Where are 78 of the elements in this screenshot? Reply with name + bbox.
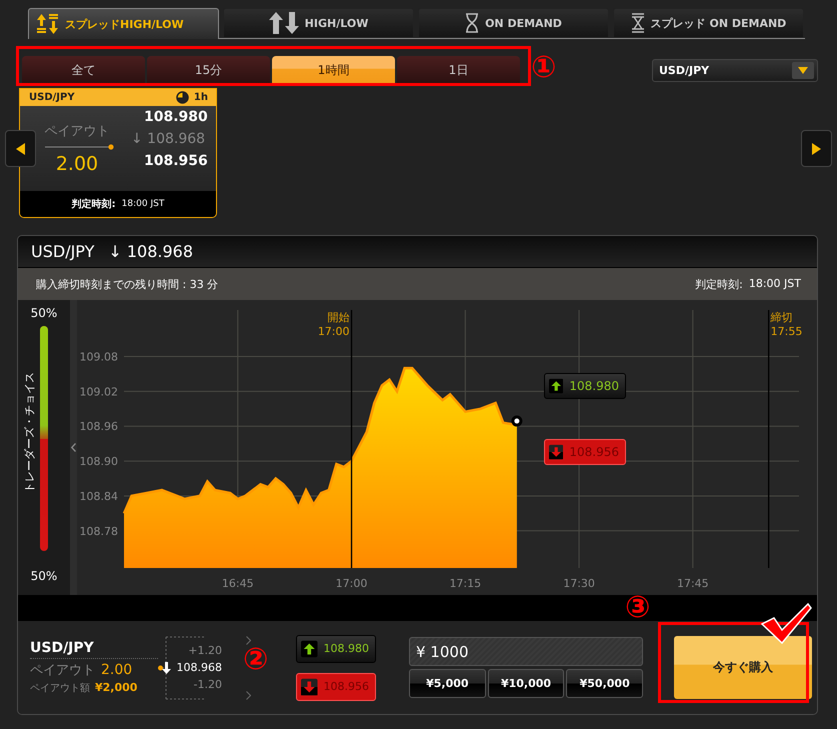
panel-pair: USD/JPY	[31, 242, 94, 261]
product-tab[interactable]: スプレッドHIGH/LOW	[28, 8, 219, 39]
preset-button[interactable]: ¥10,000	[488, 669, 564, 698]
high-button[interactable]: 108.980	[544, 373, 626, 399]
preset-button[interactable]: ¥50,000	[566, 669, 644, 698]
down-arrow-icon	[162, 662, 170, 674]
axis-label: 16:45	[222, 577, 254, 590]
low-percent: 50%	[30, 569, 58, 585]
axis-label: 109.02	[80, 385, 118, 398]
current-point	[511, 416, 522, 427]
previous-button[interactable]	[5, 130, 36, 167]
trade-pair: USD/JPY	[30, 640, 158, 659]
pie-clock-icon	[176, 91, 189, 104]
pair-dropdown[interactable]: USD/JPY	[652, 58, 818, 82]
option-card[interactable]: USD/JPY 1h ペイアウト 2.00 108.980 ↓ 108.968 108.956 判定時刻: 18:00 JST	[19, 88, 217, 218]
amount-field[interactable]: ¥ 1000	[409, 637, 643, 666]
low-price: 108.956	[143, 153, 208, 169]
high-button[interactable]: 108.980	[296, 634, 376, 662]
expiry-label: 判定時刻:	[72, 197, 116, 211]
next-button[interactable]	[801, 130, 832, 167]
left-triangle-icon	[16, 142, 25, 154]
buy-button[interactable]: 今すぐ購入	[674, 636, 812, 699]
period-tab[interactable]: 1日	[397, 56, 520, 84]
callout-number: ③	[625, 591, 650, 625]
preset-button[interactable]: ¥5,000	[409, 669, 486, 698]
axis-label: 17:15	[449, 577, 482, 590]
axis-label: 17:00	[336, 577, 368, 590]
dropdown-caret-icon	[798, 66, 808, 74]
expiry-time: 18:00 JST	[748, 276, 801, 292]
chevron-left-icon	[71, 443, 76, 452]
callout-number: ①	[531, 51, 556, 85]
period-tab[interactable]: 1時間	[272, 56, 395, 84]
payout-label: ペイアウト	[44, 123, 110, 140]
current-price: 108.968	[176, 661, 222, 674]
product-tab[interactable]: スプレッド ON DEMAND	[613, 8, 804, 37]
callout-number: ②	[243, 643, 268, 677]
hourglass-icon	[465, 13, 480, 33]
payout-amount-label: ペイアウト額	[30, 682, 90, 695]
axis-label: 17:45	[676, 577, 709, 590]
gauge-label: トレーダーズ・チョイス	[23, 373, 37, 493]
card-pair: USD/JPY	[29, 92, 75, 103]
payout-label: ペイアウト	[30, 662, 95, 679]
axis-label: 108.84	[80, 490, 118, 503]
axis-label: 109.08	[80, 350, 118, 364]
high-price: 108.980	[143, 109, 208, 125]
expiry-time: 18:00 JST	[122, 199, 164, 209]
card-duration: 1h	[194, 92, 208, 103]
marker-label: 開始	[328, 311, 350, 324]
axis-label: 108.90	[80, 455, 118, 468]
expiry-label: 判定時刻:	[695, 276, 743, 292]
remaining-time: 購入締切時刻までの残り時間 : 33 分	[36, 276, 218, 292]
axis-label: 108.96	[80, 420, 118, 434]
lower-offset: -1.20	[194, 678, 222, 691]
upper-offset: +1.20	[188, 644, 222, 657]
period-tab[interactable]: 15分	[147, 56, 270, 84]
slider-line-icon	[45, 144, 115, 150]
product-tab[interactable]: HIGH/LOW	[223, 8, 414, 37]
panel-price: ↓ 108.968	[108, 242, 194, 261]
marker-time: 17:55	[770, 325, 802, 338]
up-down-arrows-icon	[268, 12, 299, 34]
marker-time: 17:00	[318, 325, 350, 338]
payout-value: 2.00	[101, 662, 132, 678]
chevron-right-icon	[246, 690, 251, 700]
checkmark-icon	[760, 602, 812, 644]
axis-label: 108.78	[80, 524, 118, 538]
product-tab[interactable]: ON DEMAND	[418, 8, 609, 37]
payout-value: 2.00	[56, 153, 98, 175]
current-price: ↓ 108.968	[131, 131, 206, 147]
marker-label: 締切	[770, 311, 793, 324]
axis-label: 17:30	[563, 577, 595, 590]
right-triangle-icon	[812, 142, 821, 154]
spread-hourglass-icon	[630, 13, 645, 33]
high-percent: 50%	[30, 306, 58, 322]
payout-amount: ¥2,000	[95, 681, 138, 694]
period-tab[interactable]: 全て	[22, 56, 145, 84]
spread-arrows-icon	[37, 14, 59, 34]
chevron-right-icon	[246, 636, 251, 644]
collapse-handle[interactable]	[70, 300, 77, 595]
